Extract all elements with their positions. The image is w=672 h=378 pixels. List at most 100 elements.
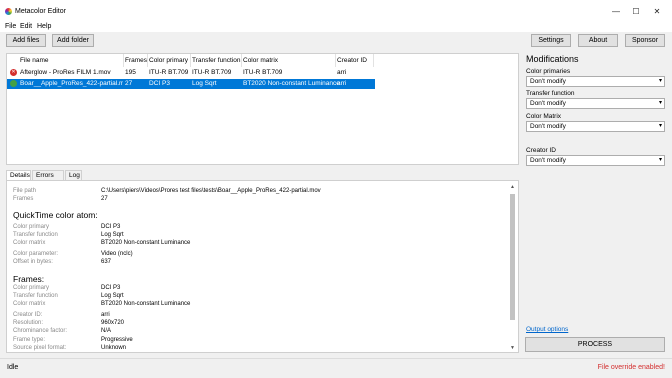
chevron-down-icon: ▾ (658, 157, 662, 163)
frames-section-title: Frames: (13, 274, 45, 284)
fr-transfer-function-label: Transfer function (13, 293, 58, 299)
column-header-creator-id[interactable]: Creator ID (337, 57, 367, 64)
scroll-up-arrow-icon[interactable]: ▲ (510, 184, 515, 190)
fr-resolution-label: Resolution: (13, 320, 44, 326)
fr-source-pixel-value: Unknown (101, 345, 127, 351)
color-matrix-value: Don't modify (530, 123, 566, 130)
status-text: Idle (7, 364, 19, 371)
qt-offset-label: Offset in bytes: (13, 259, 53, 265)
color-matrix-select[interactable]: Don't modify ▾ (526, 121, 665, 132)
menu-bar: File Edit Help (0, 22, 672, 32)
qt-offset-value: 637 (101, 259, 112, 265)
color-primaries-label: Color primaries (526, 68, 571, 75)
transfer-function-select[interactable]: Don't modify ▾ (526, 98, 665, 109)
cell-creator-id: arri (337, 69, 347, 76)
cell-file-name: Afterglow - ProRes FILM 1.mov (20, 69, 111, 76)
ok-status-icon (10, 80, 17, 87)
frames-label: Frames (13, 196, 34, 202)
fr-creator-id-label: Creator ID: (13, 312, 43, 318)
sponsor-button[interactable]: Sponsor (625, 34, 665, 47)
qt-color-matrix-value: BT2020 Non-constant Luminance (101, 240, 191, 246)
cell-color-matrix: ITU-R BT.709 (243, 69, 283, 76)
scrollbar-thumb[interactable] (510, 194, 515, 320)
qt-color-parameter-label: Color parameter: (13, 251, 59, 257)
qt-color-parameter-value: Video (nclc) (101, 251, 133, 257)
chevron-down-icon: ▾ (658, 123, 662, 129)
fr-chrominance-value: N/A (101, 328, 112, 334)
menu-help[interactable]: Help (37, 22, 51, 31)
fr-creator-id-value: arri (101, 312, 110, 318)
column-separator[interactable] (241, 54, 242, 67)
scroll-down-arrow-icon[interactable]: ▼ (510, 345, 515, 351)
details-panel: File path C:\Users\piers\Videos\Prores t… (6, 180, 519, 353)
cell-frames: 27 (125, 80, 133, 87)
fr-color-matrix-value: BT2020 Non-constant Luminance (101, 301, 191, 307)
cell-frames: 195 (125, 69, 136, 76)
creator-id-value: Don't modify (530, 157, 566, 164)
fr-color-primary-label: Color primary (13, 285, 50, 291)
status-bar: Idle File override enabled! (0, 358, 672, 378)
cell-transfer-function: ITU-R BT.709 (192, 69, 232, 76)
table-row[interactable]: ✕ Afterglow - ProRes FILM 1.mov 195 ITU-… (7, 68, 375, 78)
menu-edit[interactable]: Edit (20, 22, 32, 31)
transfer-function-label: Transfer function (526, 90, 575, 97)
column-separator[interactable] (190, 54, 191, 67)
fr-frame-type-label: Frame type: (13, 337, 46, 343)
add-files-button[interactable]: Add files (6, 34, 46, 47)
add-folder-button[interactable]: Add folder (52, 34, 94, 47)
color-primaries-select[interactable]: Don't modify ▾ (526, 76, 665, 87)
cell-color-matrix: BT2020 Non-constant Luminance (243, 80, 340, 87)
output-options-link[interactable]: Output options (526, 326, 568, 333)
title-bar: Metacolor Editor — ☐ ✕ (0, 0, 672, 22)
settings-button[interactable]: Settings (531, 34, 571, 47)
fr-color-primary-value: DCI P3 (101, 285, 121, 291)
cell-color-primary: ITU-R BT.709 (149, 69, 189, 76)
column-header-transfer-function[interactable]: Transfer function (192, 57, 241, 64)
app-logo-icon (5, 8, 12, 15)
details-scrollbar[interactable]: ▲ ▼ (509, 184, 516, 351)
modifications-title: Modifications (526, 54, 579, 64)
column-header-file-name[interactable]: File name (20, 57, 49, 64)
qt-transfer-function-label: Transfer function (13, 232, 58, 238)
table-row[interactable]: Boar__Apple_ProRes_422-partial.mov 27 DC… (7, 79, 375, 89)
qt-color-primary-value: DCI P3 (101, 224, 121, 230)
fr-source-pixel-label: Source pixel format: (13, 345, 67, 351)
column-separator[interactable] (373, 54, 374, 67)
file-override-warning: File override enabled! (597, 364, 665, 371)
file-path-value: C:\Users\piers\Videos\Prores test files\… (101, 188, 321, 194)
column-separator[interactable] (335, 54, 336, 67)
fr-resolution-value: 960x720 (101, 320, 125, 326)
fr-transfer-function-value: Log Sqrt (101, 293, 124, 299)
qt-color-matrix-label: Color matrix (13, 240, 46, 246)
quicktime-section-title: QuickTime color atom: (13, 210, 98, 220)
qt-transfer-function-value: Log Sqrt (101, 232, 124, 238)
column-header-color-matrix[interactable]: Color matrix (243, 57, 278, 64)
column-header-color-primary[interactable]: Color primary (149, 57, 188, 64)
creator-id-select[interactable]: Don't modify ▾ (526, 155, 665, 166)
cell-transfer-function: Log Sqrt (192, 80, 217, 87)
column-separator[interactable] (123, 54, 124, 67)
window-title: Metacolor Editor (15, 8, 66, 15)
chevron-down-icon: ▾ (658, 78, 662, 84)
column-header-frames[interactable]: Frames (125, 57, 147, 64)
about-button[interactable]: About (578, 34, 618, 47)
cell-color-primary: DCI P3 (149, 80, 170, 87)
chevron-down-icon: ▾ (658, 100, 662, 106)
error-icon: ✕ (10, 69, 17, 76)
color-matrix-label: Color Matrix (526, 113, 562, 120)
column-separator[interactable] (147, 54, 148, 67)
cell-file-name: Boar__Apple_ProRes_422-partial.mov (20, 80, 123, 87)
process-button[interactable]: PROCESS (525, 337, 665, 352)
fr-chrominance-label: Chrominance factor: (13, 328, 68, 334)
menu-file[interactable]: File (5, 22, 16, 31)
transfer-function-value: Don't modify (530, 100, 566, 107)
close-button[interactable]: ✕ (647, 5, 667, 19)
color-primaries-value: Don't modify (530, 78, 566, 85)
creator-id-label: Creator ID (526, 147, 556, 154)
frames-value: 27 (101, 196, 108, 202)
maximize-button[interactable]: ☐ (626, 5, 646, 19)
file-path-label: File path (13, 188, 37, 194)
file-list[interactable]: File name Frames Color primary Transfer … (6, 53, 519, 165)
fr-frame-type-value: Progressive (101, 337, 133, 343)
minimize-button[interactable]: — (606, 5, 626, 19)
